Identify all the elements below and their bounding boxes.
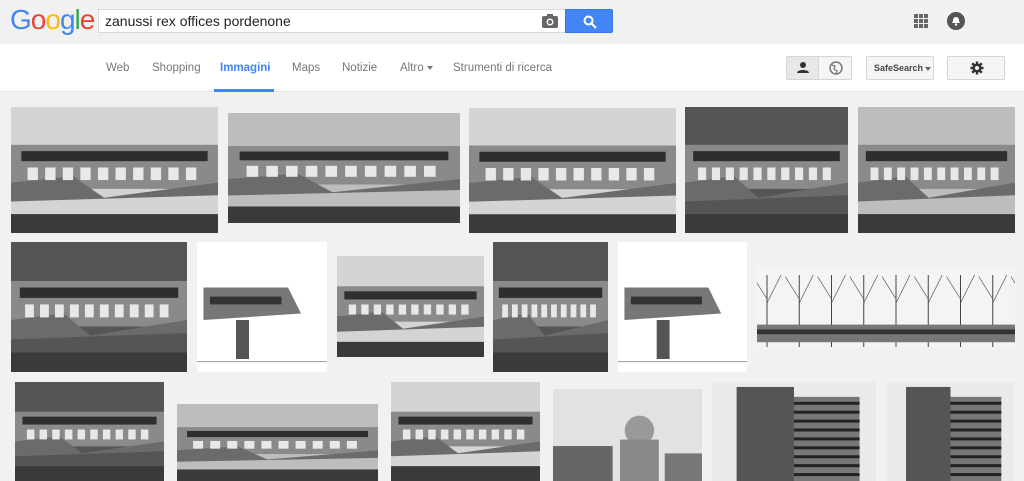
tab-images[interactable]: Immagini <box>220 62 270 74</box>
global-results-button[interactable] <box>820 57 852 79</box>
logo-letter: e <box>79 4 96 35</box>
tab-more[interactable]: Altro <box>400 62 433 74</box>
active-tab-indicator <box>214 89 274 92</box>
tab-more-label: Altro <box>400 62 424 74</box>
gear-icon <box>970 61 984 75</box>
tab-maps[interactable]: Maps <box>292 62 320 74</box>
image-result-thumbnail[interactable] <box>858 107 1015 233</box>
search-input[interactable] <box>105 12 535 30</box>
image-result-thumbnail[interactable] <box>177 404 378 481</box>
logo-letter: o <box>45 4 61 35</box>
logo-letter: G <box>10 4 32 35</box>
safesearch-label: SafeSearch <box>874 63 924 73</box>
image-result-thumbnail[interactable] <box>553 389 702 481</box>
logo-letter: g <box>59 4 76 35</box>
image-results-grid <box>0 93 1024 481</box>
image-result-thumbnail[interactable] <box>391 382 540 481</box>
top-bar: Google <box>0 0 1024 44</box>
camera-icon[interactable] <box>541 13 559 29</box>
settings-button[interactable] <box>947 56 1005 80</box>
view-toggle <box>786 56 852 80</box>
image-result-thumbnail[interactable] <box>493 242 608 372</box>
personal-results-button[interactable] <box>787 57 819 79</box>
image-result-thumbnail[interactable] <box>197 242 327 372</box>
apps-grid-icon[interactable] <box>914 14 928 28</box>
chevron-down-icon <box>925 66 932 71</box>
tab-news[interactable]: Notizie <box>342 62 377 74</box>
search-button[interactable] <box>565 9 613 33</box>
person-icon <box>797 62 809 73</box>
image-result-thumbnail[interactable] <box>618 242 747 372</box>
image-result-thumbnail[interactable] <box>15 382 164 481</box>
image-result-thumbnail[interactable] <box>887 382 1014 481</box>
tab-web[interactable]: Web <box>106 62 129 74</box>
google-logo[interactable]: Google <box>10 4 96 36</box>
image-result-thumbnail[interactable] <box>11 242 187 372</box>
image-result-thumbnail[interactable] <box>712 382 876 481</box>
logo-letter: o <box>30 4 47 35</box>
image-result-thumbnail[interactable] <box>757 267 1015 347</box>
tab-search-tools[interactable]: Strumenti di ricerca <box>453 62 552 74</box>
image-result-thumbnail[interactable] <box>685 107 848 233</box>
image-result-thumbnail[interactable] <box>11 107 218 233</box>
safesearch-dropdown[interactable]: SafeSearch <box>866 56 934 80</box>
image-result-thumbnail[interactable] <box>228 113 460 223</box>
notifications-icon[interactable] <box>947 12 965 30</box>
tab-shopping[interactable]: Shopping <box>152 62 201 74</box>
chevron-down-icon <box>426 65 433 70</box>
search-icon <box>583 15 597 29</box>
search-box <box>98 9 566 33</box>
image-result-thumbnail[interactable] <box>469 108 676 233</box>
image-result-thumbnail[interactable] <box>337 256 484 357</box>
globe-icon <box>829 61 843 75</box>
